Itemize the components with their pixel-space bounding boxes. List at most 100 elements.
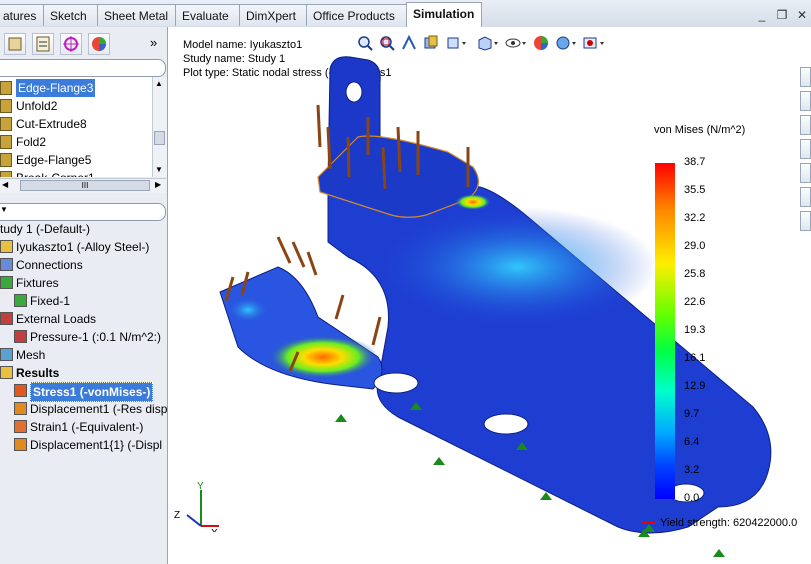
pressure-icon	[14, 330, 27, 343]
command-manager-tabs: atures Sketch Sheet Metal Evaluate DimXp…	[0, 0, 811, 28]
feature-manager-panel: » Edge-Flange3 Unfold2 Cut-Extrude8 Fold2 Ed…	[0, 27, 168, 564]
display-manager-tab[interactable]	[88, 33, 110, 55]
tab-sheet-metal[interactable]: Sheet Metal	[97, 4, 176, 26]
legend-tick-label: 29.0	[684, 240, 706, 252]
study-tree-label: tudy 1 (-Default-)	[0, 222, 91, 236]
dimxpert-manager-tab[interactable]	[60, 33, 82, 55]
collapse-arrow-icon[interactable]: ▼	[0, 205, 8, 214]
configuration-icon	[36, 36, 50, 52]
legend-tick-label: 12.9	[684, 380, 706, 392]
legend-tick-label: 16.1	[684, 352, 706, 364]
fixtures-icon	[0, 276, 13, 289]
stress-plot-model	[219, 56, 772, 557]
feature-label: Break-Corner1	[16, 169, 95, 177]
appearance-icon	[92, 37, 106, 51]
tab-office-products[interactable]: Office Products	[306, 4, 407, 26]
legend-tick-label: 0.0	[684, 492, 700, 504]
study-tree-label: Displacement1 (-Res disp	[30, 402, 167, 416]
study-tree-label: Iyukaszto1 (-Alloy Steel-)	[16, 240, 150, 254]
strain-plot-icon	[14, 420, 27, 433]
simulation-study-tree: tudy 1 (-Default-) Iyukaszto1 (-Alloy Ste…	[0, 220, 167, 480]
scroll-up-arrow-icon[interactable]: ▲	[155, 79, 163, 88]
displacement-plot-icon	[14, 402, 27, 415]
legend-tick-label: 22.6	[684, 296, 706, 308]
task-pane-properties-icon[interactable]	[800, 187, 811, 207]
feature-label: Edge-Flange3	[16, 79, 96, 97]
study-filter-input[interactable]	[0, 203, 166, 221]
task-pane-library-icon[interactable]	[800, 91, 811, 111]
displacement-plot-icon	[14, 438, 27, 451]
external-loads-icon	[0, 312, 13, 325]
expand-panel-chevron-icon[interactable]: »	[150, 35, 157, 50]
connections-icon	[0, 258, 13, 271]
horizontal-scroll-thumb[interactable]: III	[20, 180, 150, 191]
feature-filter-input[interactable]	[0, 59, 166, 77]
study-tree-label: Connections	[16, 258, 83, 272]
yield-strength-value: Yield strength: 620422000.0	[660, 517, 798, 529]
feature-list: Edge-Flange3 Unfold2 Cut-Extrude8 Fold2 Edge…	[0, 77, 152, 177]
study-tree-label: Displacement1{1} (-Displ	[30, 438, 163, 452]
task-pane-explorer-icon[interactable]	[800, 115, 811, 135]
property-icon	[8, 37, 22, 51]
feature-icon	[0, 171, 12, 177]
graphics-area[interactable]: Model name: Iyukaszto1 Study name: Study…	[168, 27, 811, 564]
feature-label: Edge-Flange5	[16, 153, 92, 167]
feature-icon	[0, 153, 12, 167]
task-pane-home-icon[interactable]	[800, 67, 811, 87]
feature-icon	[0, 81, 12, 95]
feature-icon	[0, 117, 12, 131]
tab-simulation[interactable]: Simulation	[406, 2, 482, 27]
legend-tick-label: 19.3	[684, 324, 706, 336]
restore-button[interactable]: ❐	[775, 8, 789, 22]
scroll-right-arrow-icon[interactable]: ▶	[155, 180, 161, 189]
feature-list-horizontal-scrollbar[interactable]: ◀ III ▶	[0, 178, 166, 193]
part-icon	[0, 240, 13, 253]
scroll-thumb[interactable]	[154, 131, 165, 145]
study-tree-label: Strain1 (-Equivalent-)	[30, 420, 144, 434]
triad-y-label: Y	[197, 482, 204, 492]
legend-tick-label: 32.2	[684, 212, 706, 224]
mesh-icon	[0, 348, 13, 361]
study-tree-label: Stress1 (-vonMises-)	[30, 382, 154, 402]
tab-features[interactable]: atures	[0, 4, 44, 26]
task-pane-appearances-icon[interactable]	[800, 163, 811, 183]
tab-evaluate[interactable]: Evaluate	[175, 4, 240, 26]
property-manager-tab[interactable]	[4, 33, 26, 55]
task-pane-forum-icon[interactable]	[800, 211, 811, 231]
legend-tick-label: 25.8	[684, 268, 706, 280]
study-tree-label: Pressure-1 (:0.1 N/m^2:)	[30, 330, 161, 344]
study-tree-label: Results	[16, 366, 60, 380]
feature-label: Fold2	[16, 135, 47, 149]
scroll-left-arrow-icon[interactable]: ◀	[2, 180, 8, 189]
task-pane-palette-icon[interactable]	[800, 139, 811, 159]
task-pane-tabs	[800, 67, 811, 237]
stress-color-scale	[655, 163, 675, 499]
tab-dimxpert[interactable]: DimXpert	[239, 4, 307, 26]
close-button[interactable]: ✕	[795, 8, 809, 22]
yield-strength-text: Yield strength: 620422000.0	[642, 517, 797, 529]
crosshair-icon	[63, 36, 79, 52]
legend-tick-label: 3.2	[684, 464, 700, 476]
feature-icon	[0, 135, 12, 149]
study-tree-label: Mesh	[16, 348, 46, 362]
feature-label: Unfold2	[16, 99, 58, 113]
triad-z-label: Z	[174, 510, 180, 521]
results-folder-icon	[0, 366, 13, 379]
minimize-button[interactable]: _	[755, 8, 769, 22]
legend-tick-label: 6.4	[684, 436, 700, 448]
feature-list-vertical-scrollbar[interactable]: ▲ ▼	[152, 77, 167, 177]
configuration-manager-tab[interactable]	[32, 33, 54, 55]
feature-icon	[0, 99, 12, 113]
tab-sketch[interactable]: Sketch	[43, 4, 98, 26]
manager-tabs: »	[0, 31, 167, 57]
legend-tick-label: 9.7	[684, 408, 700, 420]
study-tree-label: Fixtures	[16, 276, 59, 290]
scroll-down-arrow-icon[interactable]: ▼	[155, 165, 163, 174]
reference-triad: Y Z X	[174, 482, 219, 532]
legend-tick-label: 38.7	[684, 156, 706, 168]
yield-marker-icon	[642, 522, 656, 525]
legend-title: von Mises (N/m^2)	[654, 124, 746, 136]
fixed-icon	[14, 294, 27, 307]
triad-x-label: X	[211, 528, 218, 532]
study-tree-label: Fixed-1	[30, 294, 71, 308]
